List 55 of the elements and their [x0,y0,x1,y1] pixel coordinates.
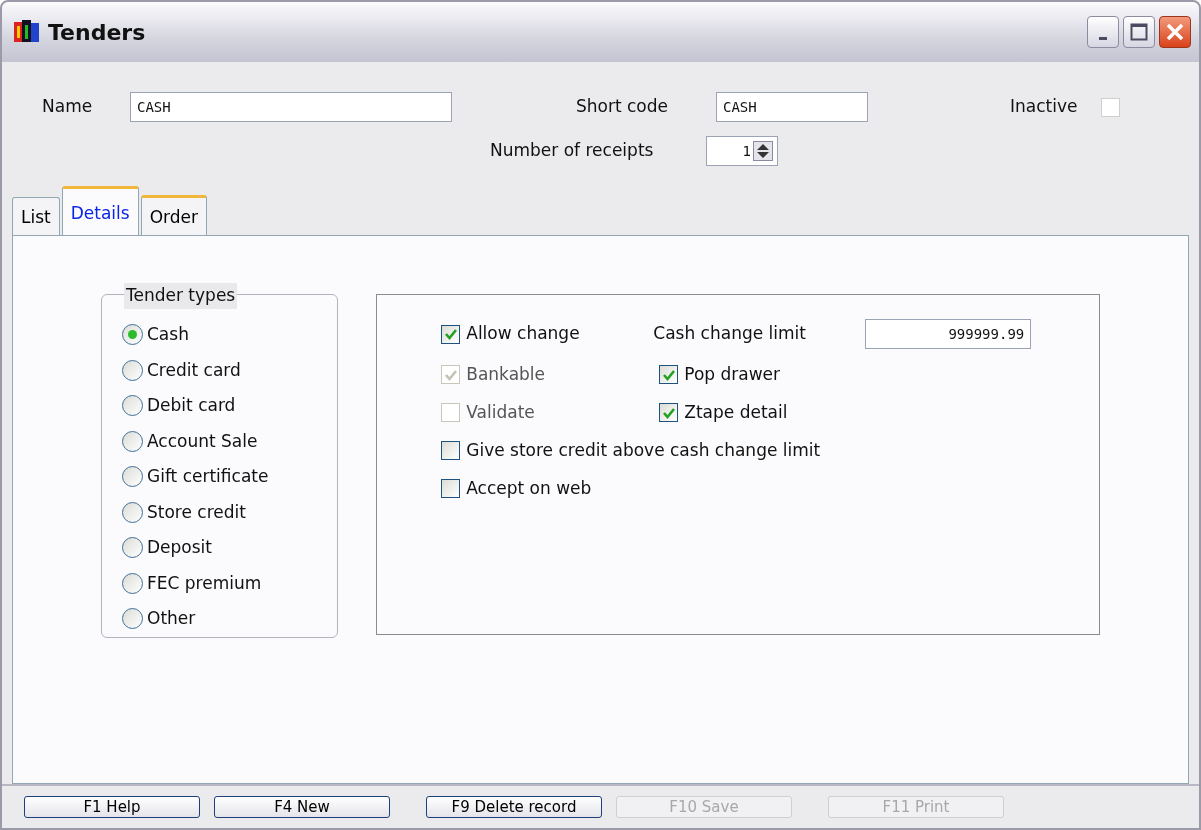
radio-button[interactable] [122,608,143,630]
radio-label: Deposit [147,536,212,559]
radio-button[interactable] [122,430,143,452]
function-button[interactable]: F1 Help [24,796,200,818]
radio-label: Account Sale [147,429,258,453]
name-field[interactable]: CASH [130,92,452,122]
checkbox-label: Bankable [466,362,546,386]
radio-label: Store credit [147,500,246,524]
spin-arrows-icon[interactable] [753,141,773,161]
radio-label: Credit card [147,358,241,382]
radio-label: Other [147,607,196,630]
checkbox[interactable] [441,324,461,344]
receipts-label: Number of receipts [490,139,655,163]
name-label: Name [42,95,94,119]
cash-change-limit-label: Cash change limit [653,322,807,346]
tab[interactable]: List [12,197,60,235]
checkbox-label: Ztape detail [684,400,788,424]
maximize-button[interactable] [1123,16,1155,48]
checkbox[interactable] [441,441,461,460]
group-title: Tender types [124,283,238,309]
radio-label: Debit card [147,394,236,417]
radio-label: Gift certificate [147,465,269,488]
checkbox-label: Allow change [466,322,580,346]
minimize-icon [1099,36,1107,40]
tab[interactable]: Details [61,186,139,236]
radio-button[interactable] [122,572,143,594]
radio-button[interactable] [122,359,143,381]
app-icon [14,20,40,44]
radio-button[interactable] [122,466,143,488]
function-button[interactable]: F4 New [214,796,390,818]
short-code-label: Short code [576,95,670,119]
window-title: Tenders [48,18,146,47]
short-code-field[interactable]: CASH [716,92,868,122]
checkbox[interactable] [441,479,461,498]
cash-change-limit-field[interactable]: 999999.99 [865,319,1032,349]
receipts-spinner[interactable]: 1 [706,136,778,166]
radio-button[interactable] [122,324,143,346]
maximize-icon [1130,23,1148,41]
minimize-button[interactable] [1087,16,1119,48]
tab[interactable]: Order [140,195,207,235]
checkbox[interactable] [659,403,679,422]
radio-button[interactable] [122,501,143,523]
close-button[interactable] [1159,16,1191,48]
checkbox-label: Validate [466,400,535,424]
radio-label: FEC premium [147,571,262,595]
checkbox-label: Give store credit above cash change limit [466,438,821,462]
radio-button[interactable] [122,395,143,417]
checkbox-label: Pop drawer [684,362,781,386]
checkbox-label: Accept on web [466,476,592,500]
radio-label: Cash [147,323,189,346]
close-icon [1165,22,1185,42]
checkbox[interactable] [659,365,679,384]
inactive-label: Inactive [1010,95,1078,119]
radio-button[interactable] [122,537,143,559]
function-button[interactable]: F9 Delete record [426,796,602,818]
